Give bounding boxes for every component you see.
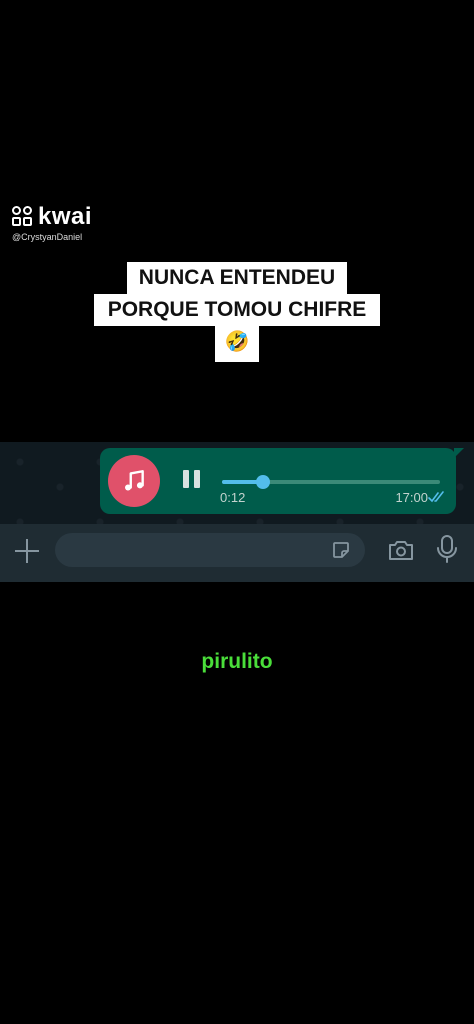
caption-line-1: NUNCA ENTENDEU	[126, 262, 348, 294]
camera-icon[interactable]	[388, 538, 414, 562]
audio-seek-handle[interactable]	[256, 475, 271, 489]
pause-button[interactable]	[180, 470, 202, 492]
video-caption: NUNCA ENTENDEU PORQUE TOMOU CHIFRE 🤣	[0, 262, 474, 362]
caption-line-2: PORQUE TOMOU CHIFRE	[93, 294, 381, 326]
double-check-icon	[428, 491, 444, 503]
message-time: 17:00	[395, 490, 428, 505]
kwai-logo-icon	[12, 206, 34, 228]
kwai-brand: kwai	[38, 203, 93, 230]
caption-emoji: 🤣	[214, 326, 260, 362]
whatsapp-chat-strip: 0:12 17:00	[0, 442, 474, 582]
message-input[interactable]	[55, 533, 365, 567]
subtitle-text: pirulito	[201, 650, 273, 673]
microphone-icon[interactable]	[436, 534, 458, 564]
message-composer	[0, 524, 474, 582]
audio-progress-track[interactable]	[222, 475, 440, 489]
creator-handle: @CrystyanDaniel	[12, 232, 83, 242]
music-note-icon	[108, 455, 160, 507]
sticker-icon[interactable]	[331, 540, 351, 560]
voice-message-bubble[interactable]: 0:12 17:00	[100, 448, 464, 514]
audio-elapsed: 0:12	[220, 490, 246, 505]
plus-icon[interactable]	[14, 538, 40, 564]
kwai-watermark: kwai @CrystyanDaniel	[12, 205, 92, 242]
